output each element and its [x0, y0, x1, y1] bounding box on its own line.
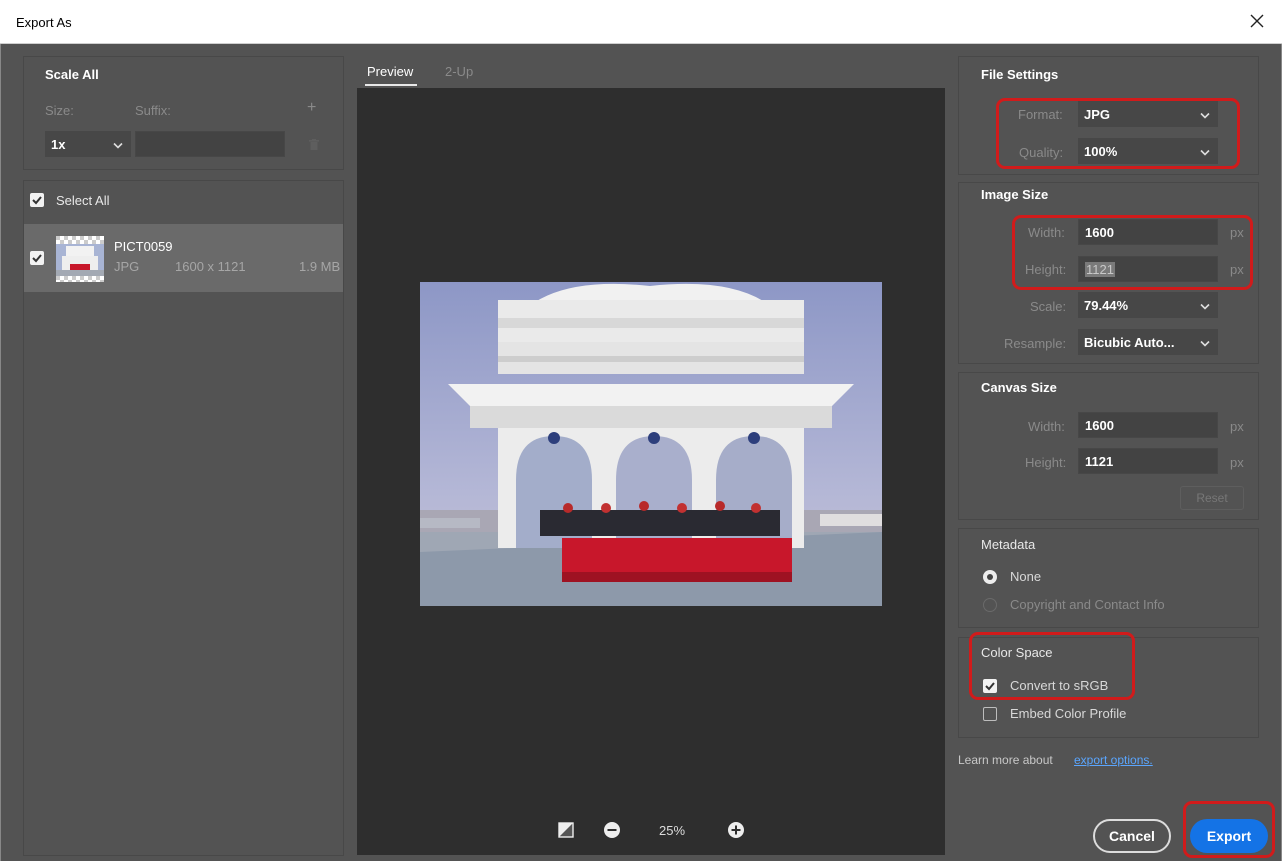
select-all-label: Select All [56, 193, 110, 208]
quality-value: 100% [1084, 143, 1118, 159]
image-width-input[interactable]: 1600 [1078, 219, 1218, 245]
file-settings-heading: File Settings [981, 67, 1059, 82]
scale-value: 79.44% [1084, 297, 1129, 313]
canvas-width-unit: px [1230, 419, 1244, 434]
format-label: Format: [1018, 107, 1063, 122]
asset-checkbox[interactable] [30, 251, 44, 265]
image-width-unit: px [1230, 225, 1244, 240]
asset-name: PICT0059 [114, 239, 173, 254]
asset-thumbnail [56, 236, 104, 282]
canvas-height-unit: px [1230, 455, 1244, 470]
scale-size-select[interactable]: 1x [45, 131, 131, 157]
suffix-input[interactable] [135, 131, 285, 157]
scale-select[interactable]: 79.44% [1078, 292, 1218, 318]
scale-all-heading: Scale All [45, 67, 99, 82]
cancel-button[interactable]: Cancel [1093, 819, 1171, 853]
tab-preview[interactable]: Preview [367, 64, 413, 79]
metadata-none-radio[interactable] [983, 570, 997, 584]
canvas-width-label: Width: [1028, 419, 1065, 434]
zoom-out-icon[interactable] [603, 821, 621, 842]
image-height-input[interactable]: 1121 [1078, 256, 1218, 282]
zoom-in-icon[interactable] [727, 821, 745, 842]
chevron-down-icon [1200, 298, 1210, 313]
suffix-label: Suffix: [135, 103, 171, 118]
image-height-value: 1121 [1085, 261, 1115, 277]
zoom-level: 25% [659, 823, 686, 838]
canvas-width-input[interactable]: 1600 [1078, 412, 1218, 438]
quality-label: Quality: [1019, 145, 1064, 160]
embed-profile-label: Embed Color Profile [1010, 706, 1127, 721]
select-all-checkbox[interactable] [30, 193, 44, 207]
preview-canvas[interactable]: 25% [357, 88, 945, 855]
resample-select[interactable]: Bicubic Auto... [1078, 329, 1218, 355]
format-select[interactable]: JPG [1078, 101, 1218, 127]
convert-srgb-label: Convert to sRGB [1010, 678, 1109, 693]
quality-select[interactable]: 100% [1078, 138, 1218, 164]
window-title: Export As [16, 15, 72, 30]
chevron-down-icon [1200, 144, 1210, 159]
reset-button[interactable]: Reset [1180, 486, 1244, 510]
image-height-label: Height: [1025, 262, 1067, 277]
chevron-down-icon [1200, 107, 1210, 122]
close-icon[interactable] [1244, 8, 1270, 34]
metadata-heading: Metadata [981, 537, 1036, 552]
canvas-height-label: Height: [1025, 455, 1067, 470]
canvas-height-input[interactable]: 1121 [1078, 448, 1218, 474]
toggle-preview-icon[interactable] [558, 822, 574, 841]
image-size-heading: Image Size [981, 187, 1049, 202]
canvas-size-heading: Canvas Size [981, 380, 1057, 395]
image-height-unit: px [1230, 262, 1244, 277]
asset-file-size: 1.9 MB [299, 259, 341, 274]
asset-format: JPG [114, 259, 140, 274]
scale-label: Scale: [1030, 299, 1067, 314]
export-dialog: Scale All Size: Suffix: + 1x Select All [0, 44, 1282, 861]
asset-dimensions: 1600 x 1121 [175, 259, 246, 274]
embed-profile-checkbox[interactable] [983, 707, 997, 721]
image-width-label: Width: [1028, 225, 1065, 240]
chevron-down-icon [1200, 335, 1210, 350]
chevron-down-icon [113, 137, 123, 152]
color-space-heading: Color Space [981, 645, 1053, 660]
tab-preview-underline [365, 84, 417, 86]
metadata-copyright-label: Copyright and Contact Info [1010, 597, 1165, 612]
size-label: Size: [45, 103, 74, 118]
resample-value: Bicubic Auto... [1084, 334, 1175, 350]
trash-icon[interactable] [309, 138, 319, 153]
resample-label: Resample: [1004, 336, 1067, 351]
metadata-copyright-radio[interactable] [983, 598, 997, 612]
add-scale-icon[interactable]: + [307, 99, 316, 117]
tab-2up[interactable]: 2-Up [445, 64, 473, 79]
export-options-link[interactable]: export options. [1074, 753, 1153, 767]
preview-image [420, 282, 882, 606]
metadata-none-label: None [1010, 569, 1042, 584]
format-value: JPG [1084, 106, 1111, 122]
title-bar: Export As [0, 0, 1282, 44]
learn-more-text: Learn more about [958, 753, 1053, 767]
asset-row[interactable]: PICT0059 JPG 1600 x 1121 1.9 MB [24, 224, 343, 292]
scale-size-value: 1x [51, 136, 66, 152]
export-button[interactable]: Export [1190, 819, 1268, 853]
convert-srgb-checkbox[interactable] [983, 679, 997, 693]
